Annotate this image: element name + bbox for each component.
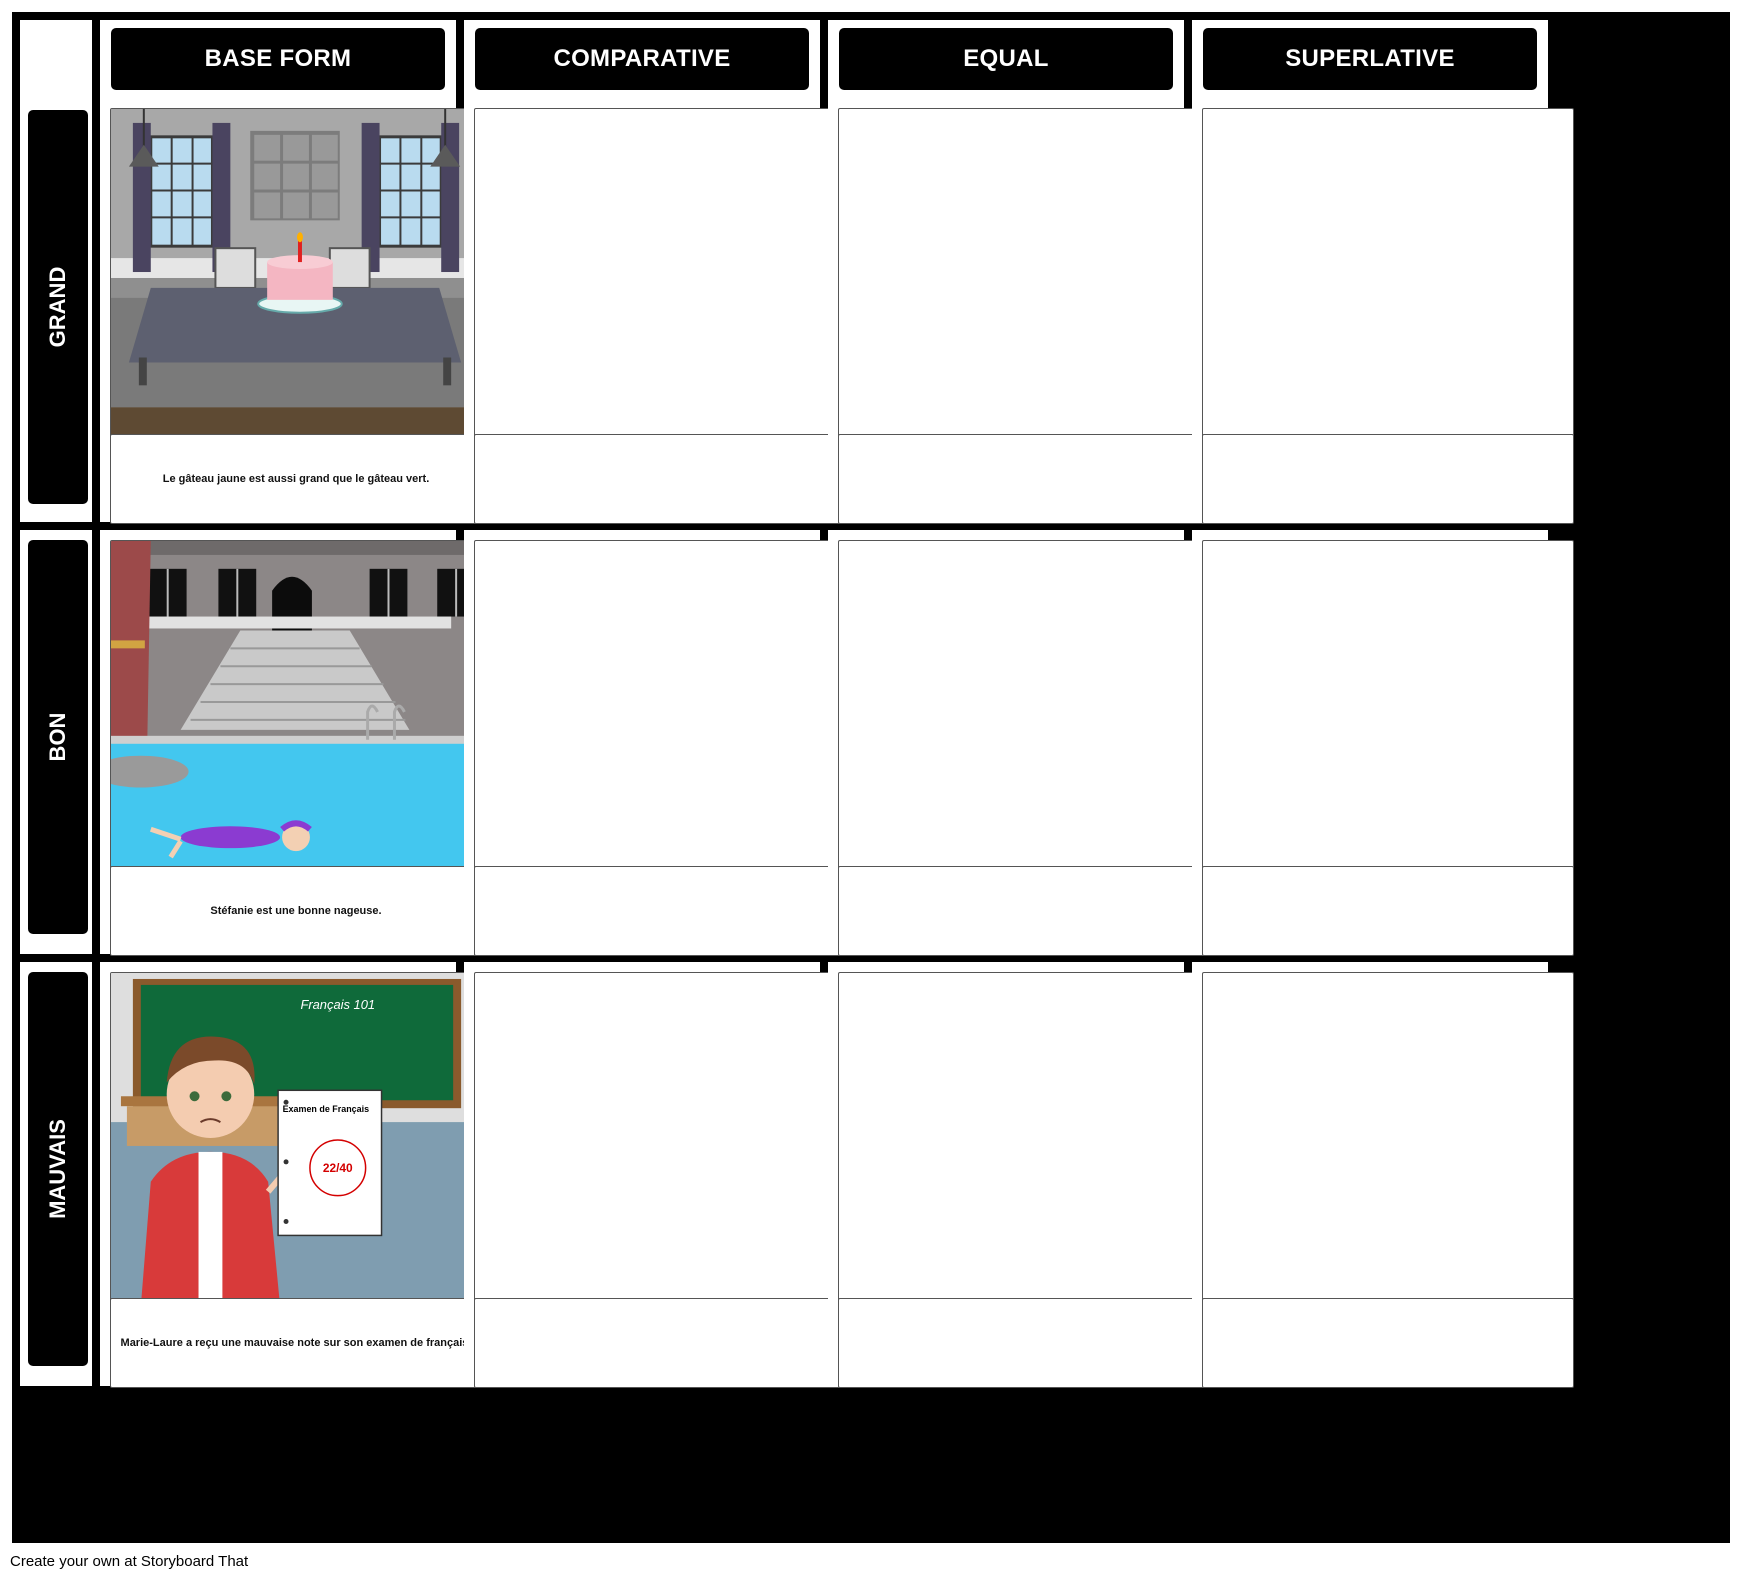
empty-caption-bon-equal[interactable] [838, 866, 1210, 956]
cell-bon-superlative [1192, 530, 1574, 956]
scene-frame-grand[interactable] [110, 108, 482, 443]
exam-title: Examen de Français [283, 1104, 369, 1114]
empty-frame-mauvais-superlative[interactable] [1202, 972, 1574, 1307]
empty-caption-grand-comparative[interactable] [474, 434, 846, 524]
empty-caption-mauvais-equal[interactable] [838, 1298, 1210, 1388]
swimming-pool-icon [111, 541, 481, 874]
cell-bon-base-form: Stéfanie est une bonne nageuse. [100, 530, 482, 956]
exam-score: 22/40 [323, 1161, 353, 1175]
row-label-mauvais: MAUVAIS [45, 1119, 70, 1219]
row-label-cell-bon: BON [20, 530, 92, 954]
empty-frame-mauvais-comparative[interactable] [474, 972, 846, 1307]
empty-caption-mauvais-comparative[interactable] [474, 1298, 846, 1388]
empty-caption-bon-superlative[interactable] [1202, 866, 1574, 956]
cell-bon-comparative [464, 530, 846, 956]
empty-frame-grand-superlative[interactable] [1202, 108, 1574, 443]
header-cell-superlative: SUPERLATIVE [1192, 20, 1548, 98]
column-header-equal: EQUAL [839, 28, 1173, 90]
caption-grand-base-form[interactable]: Le gâteau jaune est aussi grand que le g… [110, 434, 482, 524]
header-cell-base-form: BASE FORM [100, 20, 456, 98]
cell-bon-equal [828, 530, 1210, 956]
cell-mauvais-comparative [464, 962, 846, 1388]
empty-caption-bon-comparative[interactable] [474, 866, 846, 956]
cell-grand-equal [828, 98, 1210, 524]
scene-frame-mauvais[interactable]: Français 101 Examen de Français 22/40 [110, 972, 482, 1307]
blackboard-text: Français 101 [300, 997, 375, 1012]
empty-frame-mauvais-equal[interactable] [838, 972, 1210, 1307]
empty-frame-bon-comparative[interactable] [474, 540, 846, 875]
empty-frame-bon-equal[interactable] [838, 540, 1210, 875]
classroom-exam-icon: Français 101 Examen de Français 22/40 [111, 973, 481, 1306]
row-label-bon: BON [45, 712, 70, 762]
dining-room-cake-icon [111, 109, 481, 442]
cell-grand-comparative [464, 98, 846, 524]
scene-frame-bon[interactable] [110, 540, 482, 875]
header-cell-equal: EQUAL [828, 20, 1184, 98]
corner-cell [20, 20, 92, 98]
row-label-cell-mauvais: MAUVAIS [20, 962, 92, 1386]
column-header-base-form: BASE FORM [111, 28, 445, 90]
row-header-grand: GRAND [28, 110, 88, 504]
caption-mauvais-base-form[interactable]: Marie-Laure a reçu une mauvaise note sur… [110, 1298, 482, 1388]
cell-mauvais-equal [828, 962, 1210, 1388]
empty-caption-grand-superlative[interactable] [1202, 434, 1574, 524]
row-header-bon: BON [28, 540, 88, 934]
empty-frame-grand-comparative[interactable] [474, 108, 846, 443]
column-header-superlative: SUPERLATIVE [1203, 28, 1537, 90]
footer-link[interactable]: Create your own at Storyboard That [10, 1553, 248, 1570]
caption-bon-base-form[interactable]: Stéfanie est une bonne nageuse. [110, 866, 482, 956]
empty-frame-bon-superlative[interactable] [1202, 540, 1574, 875]
cell-mauvais-superlative [1192, 962, 1574, 1388]
row-label-cell-grand: GRAND [20, 98, 92, 522]
empty-caption-mauvais-superlative[interactable] [1202, 1298, 1574, 1388]
row-label-grand: GRAND [45, 266, 70, 348]
empty-frame-grand-equal[interactable] [838, 108, 1210, 443]
cell-mauvais-base-form: Français 101 Examen de Français 22/40 Ma… [100, 962, 482, 1388]
row-header-mauvais: MAUVAIS [28, 972, 88, 1366]
column-header-comparative: COMPARATIVE [475, 28, 809, 90]
cell-grand-superlative [1192, 98, 1574, 524]
cell-grand-base-form: Le gâteau jaune est aussi grand que le g… [100, 98, 482, 524]
header-cell-comparative: COMPARATIVE [464, 20, 820, 98]
empty-caption-grand-equal[interactable] [838, 434, 1210, 524]
storyboard-grid: BASE FORM COMPARATIVE EQUAL SUPERLATIVE … [12, 12, 1730, 1543]
